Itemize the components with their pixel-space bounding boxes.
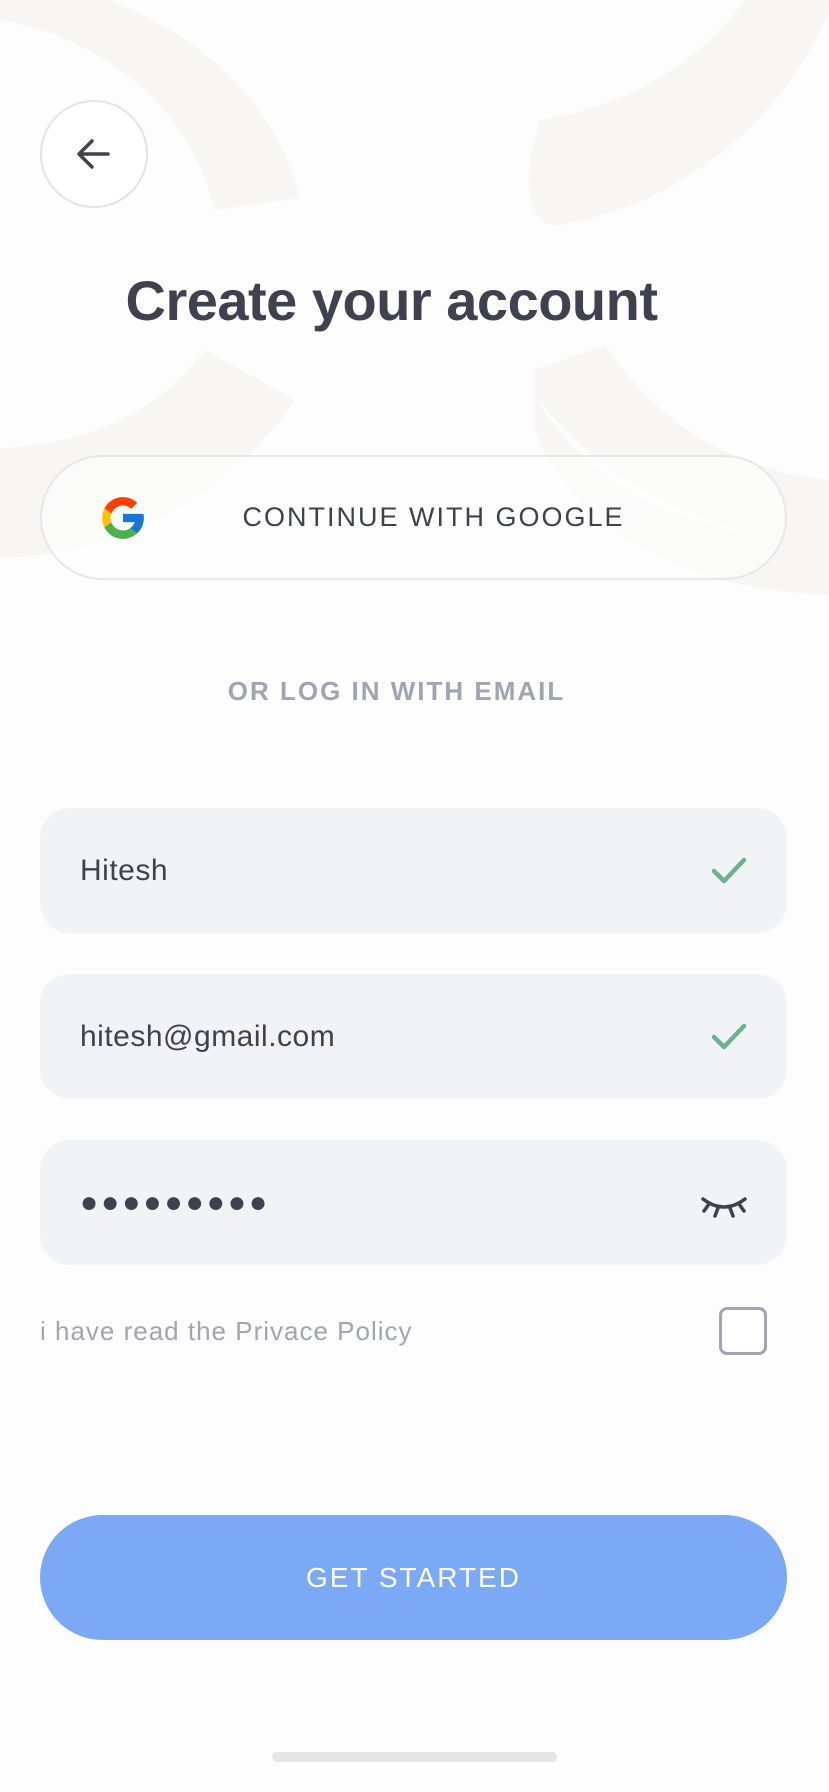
create-account-screen: Create your account CONTINUE WITH GOOGLE… — [0, 0, 829, 1792]
email-field-value[interactable]: hitesh@gmail.com — [80, 974, 335, 1099]
name-field-value[interactable]: Hitesh — [80, 808, 168, 933]
name-field[interactable]: Hitesh — [40, 808, 787, 933]
or-login-with-email-label: OR LOG IN WITH EMAIL — [227, 676, 566, 706]
privacy-policy-checkbox[interactable] — [719, 1307, 767, 1355]
check-icon — [711, 1023, 747, 1050]
password-field[interactable]: ●●●●●●●●● — [40, 1140, 787, 1265]
check-icon — [711, 857, 747, 884]
back-button[interactable] — [40, 100, 148, 208]
continue-with-google-label: CONTINUE WITH GOOGLE — [242, 502, 625, 532]
continue-with-google-button[interactable]: CONTINUE WITH GOOGLE — [40, 455, 787, 580]
password-field-value[interactable]: ●●●●●●●●● — [80, 1140, 270, 1265]
email-field[interactable]: hitesh@gmail.com — [40, 974, 787, 1099]
eye-closed-icon[interactable] — [699, 1181, 749, 1225]
privacy-policy-label: i have read the Privace Policy — [40, 1316, 413, 1346]
arrow-left-icon — [77, 139, 110, 169]
get-started-button[interactable]: GET STARTED — [40, 1515, 787, 1640]
home-indicator — [272, 1752, 557, 1762]
page-title: Create your account — [125, 269, 659, 332]
google-g-icon — [102, 497, 144, 539]
